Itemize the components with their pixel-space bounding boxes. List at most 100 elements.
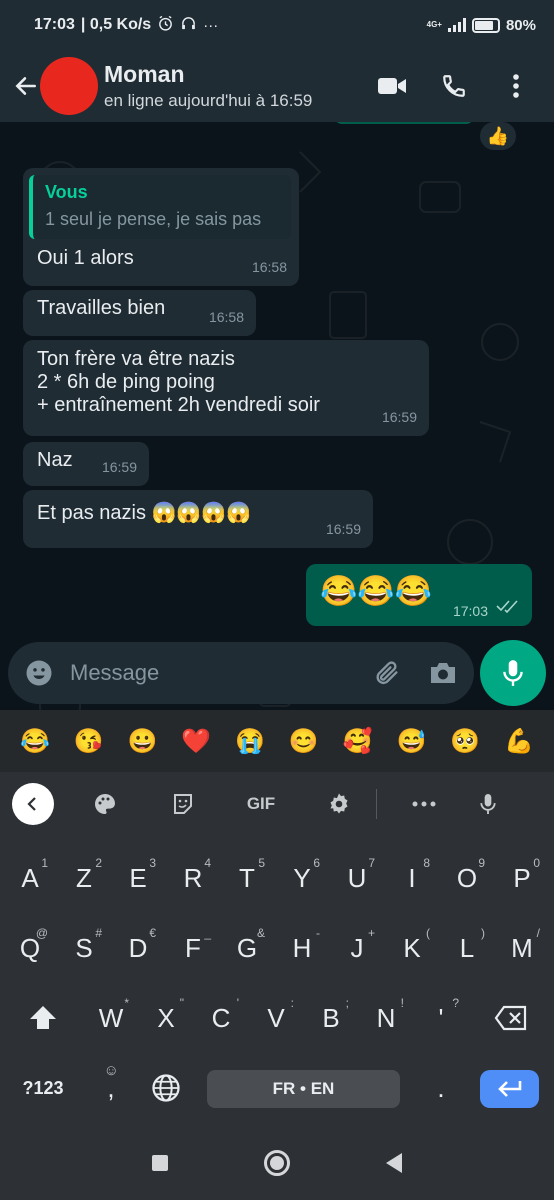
gif-button[interactable]: GIF [236,784,286,824]
emoji-suggestion[interactable]: 😅 [391,727,431,756]
key[interactable]: X " [140,990,192,1046]
thumbs-up-reaction[interactable]: 👍 [478,122,518,152]
quote-text: 1 seul je pense, je sais pas [45,209,262,229]
key[interactable]: K( [386,920,438,976]
attach-icon[interactable] [370,656,404,690]
key[interactable]: O9 [441,850,493,906]
avatar[interactable] [40,57,98,115]
backspace-icon [494,1005,527,1031]
key[interactable]: S # [58,920,110,976]
camera-icon[interactable] [426,656,460,690]
outgoing-message[interactable]: 😂😂😂 17:03 [306,564,532,626]
incoming-message[interactable]: Naz 16:59 [23,442,149,486]
compose-bar: Message [0,640,554,710]
palette-icon[interactable] [80,784,130,824]
key[interactable]: N! [360,990,412,1046]
key[interactable]: A1 [4,850,56,906]
quoted-message[interactable]: Vous 1 seul je pense, je sais pas [29,175,291,239]
key[interactable]: E3 [112,850,164,906]
emoji-suggestion[interactable]: 🥺 [445,727,485,756]
space-bar[interactable]: FR • EN [207,1070,400,1108]
period-key[interactable]: . [415,1060,467,1116]
status-time: 17:03 [34,16,75,33]
emoji-suggestion[interactable]: 😘 [69,727,109,756]
emoji-suggestion[interactable]: 💪 [499,727,539,756]
emoji-icon[interactable] [22,656,56,690]
key[interactable]: D € [112,920,164,976]
more-horizontal-icon[interactable] [399,784,449,824]
video-call-icon[interactable] [374,68,410,104]
key-label: K [403,932,421,963]
collapse-chevron-icon[interactable] [12,783,54,825]
key-hint: 8 [423,856,430,870]
enter-key[interactable] [480,1070,539,1108]
emoji-suggestion[interactable]: 😭 [230,727,270,756]
key[interactable]: G & [221,920,273,976]
key[interactable]: T5 [221,850,273,906]
incoming-message[interactable]: Ton frère va être nazis 2 * 6h de ping p… [23,340,429,436]
key[interactable]: U7 [331,850,383,906]
key-hint: ! [400,996,404,1010]
key[interactable]: L) [441,920,493,976]
key[interactable]: Z2 [58,850,110,906]
contact-info[interactable]: Moman en ligne aujourd'hui à 16:59 [104,60,312,112]
key[interactable]: I8 [386,850,438,906]
key-hint: 6 [313,856,320,870]
emoji-suggestion[interactable]: 😂 [15,727,55,756]
key[interactable]: Y6 [276,850,328,906]
message-text: 😂😂😂 [320,575,433,608]
recents-button[interactable] [152,1155,168,1171]
key[interactable]: P0 [496,850,548,906]
message-time: 16:59 [101,459,137,475]
symbols-key[interactable]: ?123 [8,1060,78,1116]
incoming-message[interactable]: Travailles bien 16:58 [23,290,256,336]
emoji-suggestion[interactable]: 😀 [122,727,162,756]
key[interactable]: V: [250,990,302,1046]
key[interactable]: H- [276,920,328,976]
emoji-suggestion[interactable]: 🥰 [338,727,378,756]
emoji-suggestion[interactable]: ❤️ [176,727,216,756]
voice-message-button[interactable] [480,640,546,706]
message-input[interactable]: Message [8,642,474,704]
emoji-suggestion[interactable]: 😊 [284,727,324,756]
back-triangle-icon[interactable] [386,1153,402,1173]
key[interactable]: R4 [167,850,219,906]
voice-typing-mic-icon[interactable] [463,784,513,824]
sticker-icon[interactable] [158,784,208,824]
key[interactable]: B; [305,990,357,1046]
key[interactable]: W * [85,990,137,1046]
battery-icon [471,17,500,33]
key-hint: @ [35,926,48,940]
message-text: Et pas nazis 😱😱😱😱 [37,502,252,524]
message-time: 16:59 [381,409,417,425]
voice-call-icon[interactable] [436,68,472,104]
backspace-key[interactable] [476,990,546,1046]
home-button[interactable] [264,1150,290,1176]
whatsapp-chat-screen: 17:03 | 0,5 Ko/s ··· 4G+ 80% Moman en li… [0,0,554,1200]
key[interactable]: '? [415,990,467,1046]
key-label: P [513,862,531,893]
more-options-icon[interactable] [498,68,534,104]
key[interactable]: M / [496,920,548,976]
key[interactable]: J + [331,920,383,976]
key-label: F [185,932,201,963]
shift-key[interactable] [8,990,78,1046]
key-label: X [157,1002,175,1033]
key[interactable]: Q @ [4,920,56,976]
key[interactable]: C ' [195,990,247,1046]
message-text: Oui 1 alors [37,247,134,269]
key-label: U [347,862,367,893]
message-placeholder: Message [70,660,160,685]
key-hint: / [536,926,540,940]
comma-key[interactable]: , ☺ [85,1060,137,1116]
message-time: 16:58 [208,309,244,325]
incoming-message[interactable]: Vous 1 seul je pense, je sais pas Oui 1 … [23,168,299,286]
message-list[interactable]: 👍 Vous 1 seul je pense, je sais pas Oui … [0,122,554,710]
language-globe-icon[interactable] [140,1060,192,1116]
key-label: Z [76,862,92,893]
key[interactable]: F _ [167,920,219,976]
key-hint: - [316,926,320,940]
more-notifications-icon: ··· [203,16,219,34]
settings-gear-icon[interactable] [314,784,364,824]
incoming-message[interactable]: Et pas nazis 😱😱😱😱 16:59 [23,490,373,548]
